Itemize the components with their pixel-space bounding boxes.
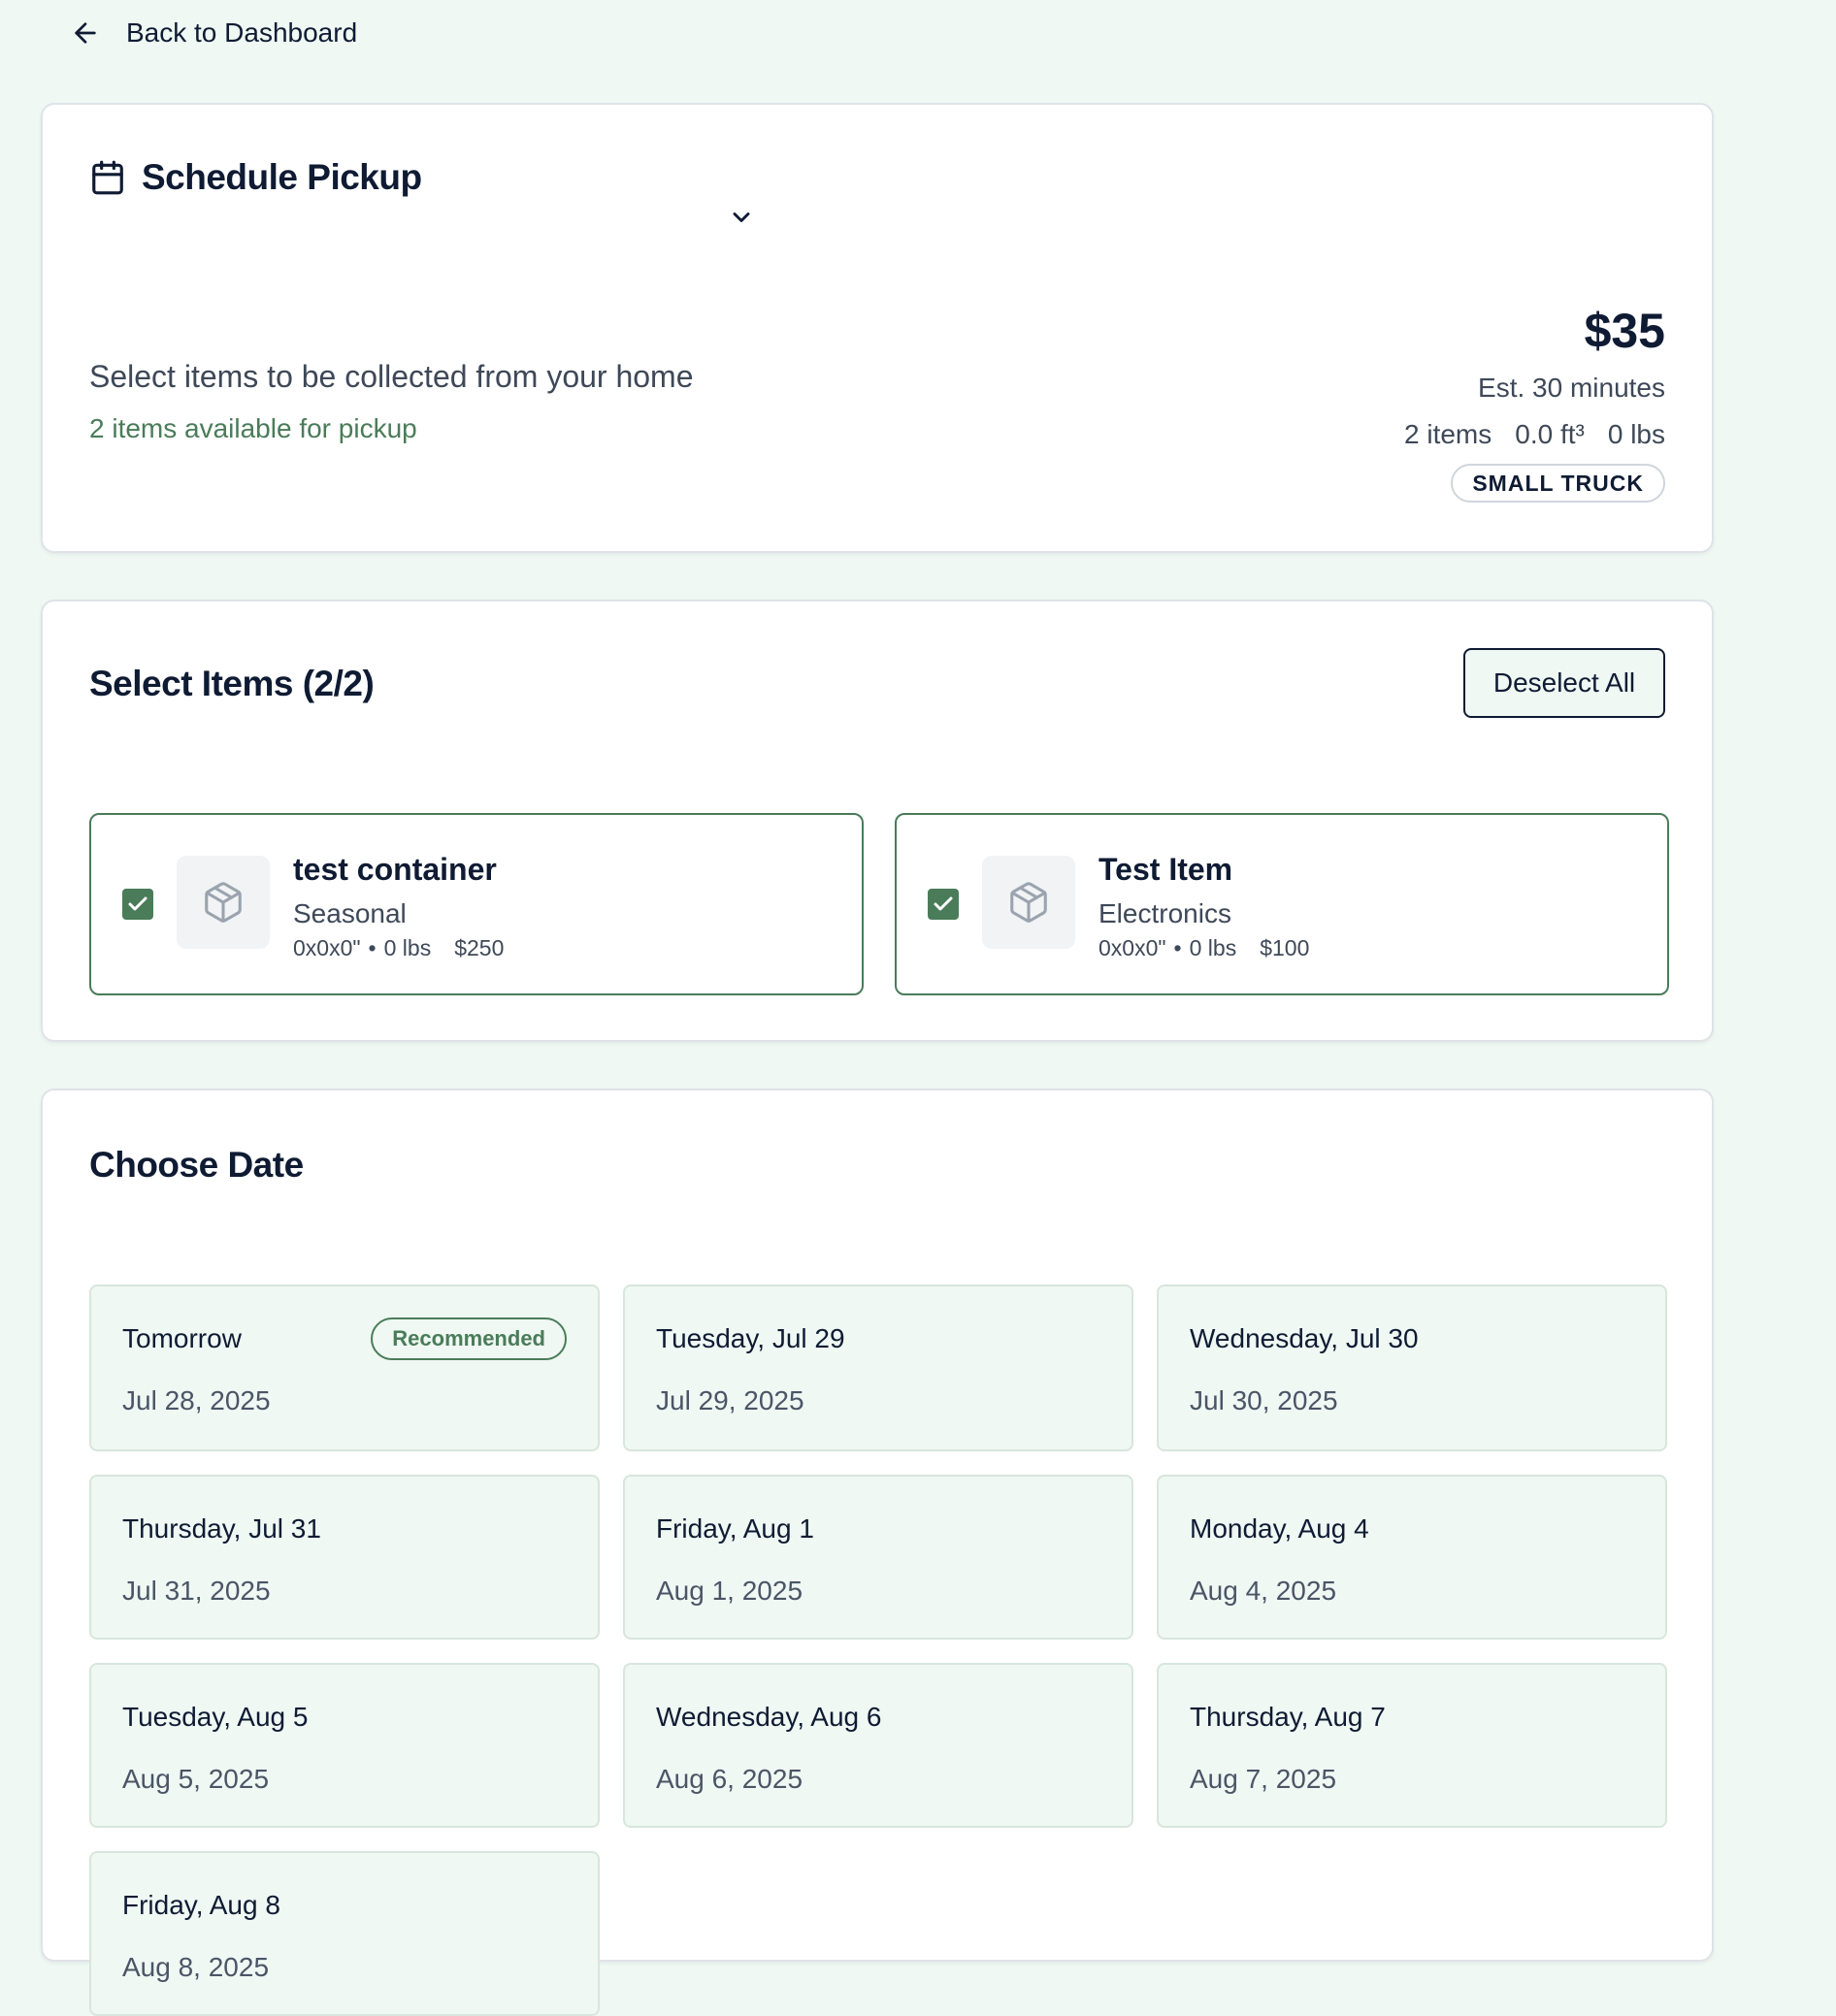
arrow-left-icon <box>75 22 96 44</box>
item-value: $100 <box>1260 935 1310 960</box>
item-weight: 0 lbs <box>383 935 432 960</box>
date-option-date: Aug 4, 2025 <box>1190 1576 1337 1606</box>
date-option-day: Tuesday, Jul 29 <box>656 1323 845 1353</box>
select-items-title: Select Items (2/2) <box>89 664 375 703</box>
item-meta: 0x0x0" • 0 lbs $100 <box>1098 935 1309 961</box>
date-option[interactable]: Wednesday, Aug 6 Aug 6, 2025 <box>623 1663 1133 1828</box>
vehicle-badge: SMALL TRUCK <box>1451 464 1665 503</box>
stat-items: 2 items <box>1404 419 1492 449</box>
date-option[interactable]: Monday, Aug 4 Aug 4, 2025 <box>1157 1475 1667 1640</box>
date-option-date: Aug 6, 2025 <box>656 1764 803 1794</box>
date-option-tomorrow[interactable]: Tomorrow Recommended Jul 28, 2025 <box>89 1284 600 1451</box>
item-card[interactable]: Test Item Electronics 0x0x0" • 0 lbs $10… <box>895 813 1669 995</box>
item-value: $250 <box>454 935 505 960</box>
date-option-date: Jul 29, 2025 <box>656 1385 804 1415</box>
item-weight: 0 lbs <box>1189 935 1237 960</box>
chevron-down-icon[interactable] <box>728 204 755 231</box>
select-items-card: Select Items (2/2) Deselect All test con… <box>41 600 1714 1042</box>
schedule-title: Schedule Pickup <box>89 157 422 198</box>
date-option-day: Monday, Aug 4 <box>1190 1513 1369 1544</box>
schedule-description: Select items to be collected from your h… <box>89 359 694 394</box>
date-option-date: Aug 5, 2025 <box>122 1764 270 1794</box>
recommended-badge: Recommended <box>371 1317 567 1360</box>
date-option-day: Tomorrow <box>122 1323 242 1353</box>
item-dimensions: 0x0x0" <box>293 935 361 960</box>
date-option[interactable]: Thursday, Jul 31 Jul 31, 2025 <box>89 1475 600 1640</box>
check-icon <box>128 896 148 911</box>
schedule-pickup-card: Schedule Pickup Select items to be colle… <box>41 103 1714 553</box>
date-option-date: Jul 28, 2025 <box>122 1385 271 1415</box>
estimated-time: Est. 30 minutes <box>1478 373 1665 403</box>
date-option-day: Friday, Aug 1 <box>656 1513 814 1544</box>
date-option-day: Thursday, Jul 31 <box>122 1513 321 1544</box>
date-option-day: Tuesday, Aug 5 <box>122 1702 309 1732</box>
date-option[interactable]: Thursday, Aug 7 Aug 7, 2025 <box>1157 1663 1667 1828</box>
item-card[interactable]: test container Seasonal 0x0x0" • 0 lbs $… <box>89 813 864 995</box>
date-option[interactable]: Tuesday, Jul 29 Jul 29, 2025 <box>623 1284 1133 1451</box>
date-option-day: Friday, Aug 8 <box>122 1890 280 1920</box>
date-option[interactable]: Tuesday, Aug 5 Aug 5, 2025 <box>89 1663 600 1828</box>
date-option-date: Aug 1, 2025 <box>656 1576 803 1606</box>
item-checkbox[interactable] <box>928 889 959 920</box>
item-meta: 0x0x0" • 0 lbs $250 <box>293 935 504 961</box>
date-option-day: Thursday, Aug 7 <box>1190 1702 1386 1732</box>
date-option-date: Jul 30, 2025 <box>1190 1385 1338 1415</box>
pickup-price: $35 <box>1584 304 1665 358</box>
items-available-text: 2 items available for pickup <box>89 413 417 443</box>
item-thumbnail <box>982 856 1075 949</box>
date-grid: Tomorrow Recommended Jul 28, 2025 Tuesda… <box>89 1284 1667 2016</box>
pickup-stats: 2 items 0.0 ft³ 0 lbs <box>1404 419 1665 450</box>
deselect-all-button[interactable]: Deselect All <box>1463 648 1665 718</box>
back-link-label: Back to Dashboard <box>126 17 358 48</box>
item-name: Test Item <box>1098 852 1233 887</box>
date-option[interactable]: Friday, Aug 1 Aug 1, 2025 <box>623 1475 1133 1640</box>
item-checkbox[interactable] <box>122 889 153 920</box>
stat-weight: 0 lbs <box>1607 419 1665 449</box>
item-name: test container <box>293 852 497 887</box>
date-option[interactable]: Wednesday, Jul 30 Jul 30, 2025 <box>1157 1284 1667 1451</box>
item-category: Electronics <box>1098 898 1231 928</box>
stat-volume: 0.0 ft³ <box>1515 419 1585 449</box>
package-icon <box>205 882 242 923</box>
item-thumbnail <box>177 856 270 949</box>
check-icon <box>934 896 953 911</box>
date-option-date: Aug 7, 2025 <box>1190 1764 1337 1794</box>
item-category: Seasonal <box>293 898 407 928</box>
date-option[interactable]: Friday, Aug 8 Aug 8, 2025 <box>89 1851 600 2016</box>
item-separator: • <box>368 935 377 960</box>
item-dimensions: 0x0x0" <box>1098 935 1166 960</box>
date-option-day: Wednesday, Aug 6 <box>656 1702 882 1732</box>
schedule-title-text: Schedule Pickup <box>142 157 422 197</box>
item-separator: • <box>1173 935 1182 960</box>
date-option-date: Jul 31, 2025 <box>122 1576 271 1606</box>
choose-date-title: Choose Date <box>89 1145 304 1185</box>
back-to-dashboard-link[interactable]: Back to Dashboard <box>70 12 357 54</box>
date-option-date: Aug 8, 2025 <box>122 1952 270 1982</box>
calendar-icon <box>92 160 123 195</box>
choose-date-card: Choose Date Tomorrow Recommended Jul 28,… <box>41 1089 1714 2016</box>
package-icon <box>1010 882 1047 923</box>
date-option-day: Wednesday, Jul 30 <box>1190 1323 1419 1353</box>
